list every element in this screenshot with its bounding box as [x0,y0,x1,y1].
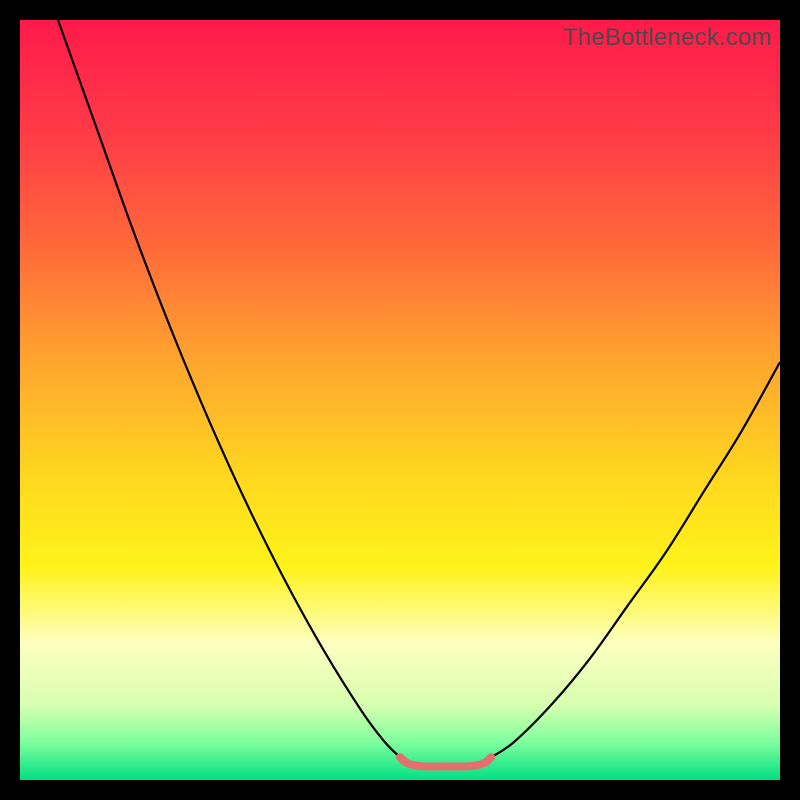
chart-canvas [20,20,780,780]
chart-frame: TheBottleneck.com [20,20,780,780]
watermark-text: TheBottleneck.com [563,24,772,52]
chart-background [20,20,780,780]
